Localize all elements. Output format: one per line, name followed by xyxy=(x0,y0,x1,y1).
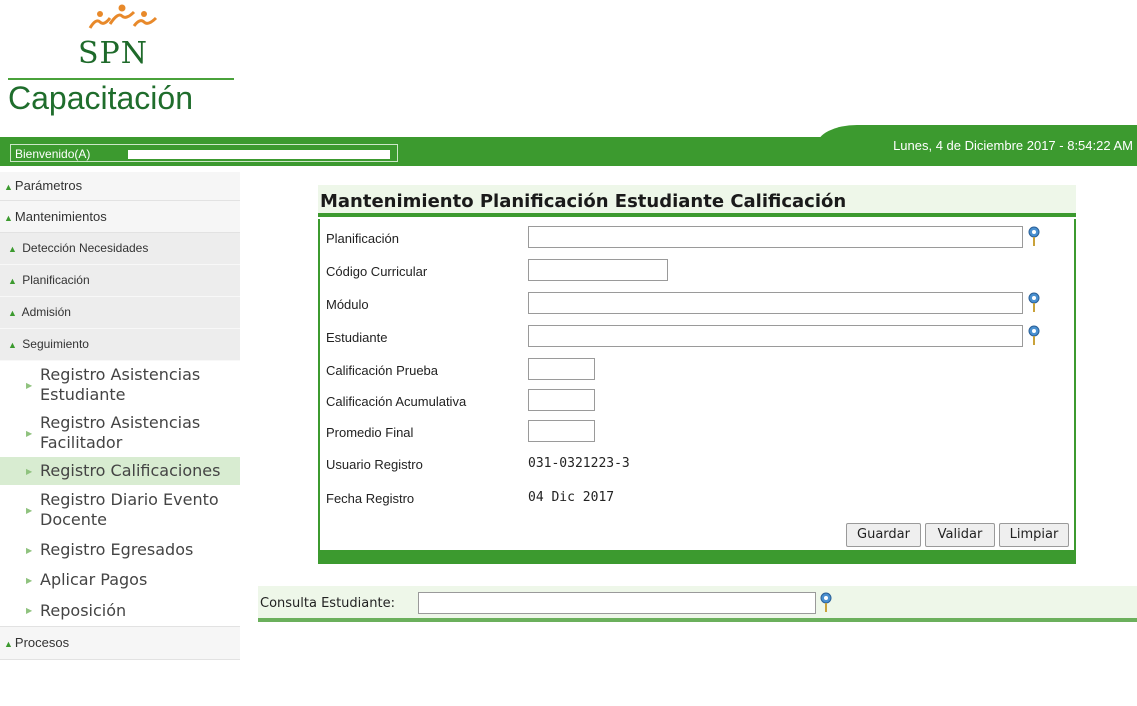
logo-figures-icon xyxy=(88,4,158,29)
promedio-final-label: Promedio Final xyxy=(326,425,414,440)
sidebar-item-planificacion[interactable]: ▲ Planificación xyxy=(0,265,240,297)
sidebar-item-label: Aplicar Pagos xyxy=(40,570,148,589)
tree-bullet-icon: ▲ xyxy=(8,308,17,318)
codigo-curricular-label: Código Curricular xyxy=(326,264,428,279)
tree-bullet-icon: ▲ xyxy=(4,182,13,192)
tree-bullet-icon: ▲ xyxy=(4,213,13,223)
form-footer xyxy=(318,551,1076,564)
lookup-pin-icon[interactable] xyxy=(1028,292,1040,314)
sidebar-item-label: Registro Asistencias Facilitador xyxy=(40,413,201,452)
estudiante-label: Estudiante xyxy=(326,330,388,345)
arrow-right-icon: ▶ xyxy=(26,505,33,515)
validar-button[interactable]: Validar xyxy=(925,523,995,547)
form-header: Mantenimiento Planificación Estudiante C… xyxy=(318,185,1076,217)
guardar-button[interactable]: Guardar xyxy=(846,523,921,547)
sidebar-item-label: Registro Asistencias Estudiante xyxy=(40,365,201,404)
calificacion-acumulativa-label: Calificación Acumulativa xyxy=(326,394,467,409)
sidebar-group-label: Parámetros xyxy=(14,178,83,193)
arrow-right-icon: ▶ xyxy=(26,545,33,555)
redacted-username xyxy=(128,150,390,159)
sidebar-item-label: Admisión xyxy=(21,305,71,319)
calificacion-acumulativa-field[interactable] xyxy=(528,389,595,411)
usuario-registro-label: Usuario Registro xyxy=(326,457,423,472)
estudiante-field[interactable] xyxy=(528,325,1023,347)
calificacion-prueba-label: Calificación Prueba xyxy=(326,363,439,378)
limpiar-button[interactable]: Limpiar xyxy=(999,523,1069,547)
arrow-right-icon: ▶ xyxy=(26,575,33,585)
promedio-final-field[interactable] xyxy=(528,420,595,442)
sidebar-item-registro-asistencias-estudiante[interactable]: ▶ Registro Asistencias Estudiante xyxy=(0,361,224,409)
modulo-label: Módulo xyxy=(326,297,369,312)
lookup-pin-icon[interactable] xyxy=(820,592,832,614)
sidebar-item-label: Seguimiento xyxy=(22,337,89,351)
sidebar-item-label: Planificación xyxy=(22,273,90,287)
sidebar-group-label: Procesos xyxy=(14,635,70,650)
arrow-right-icon: ▶ xyxy=(26,606,33,615)
sidebar: ▲ Parámetros ▲ Mantenimientos ▲ Detección … xyxy=(0,172,240,660)
sidebar-item-label: Registro Diario Evento Docente xyxy=(40,490,219,529)
header-datetime: Lunes, 4 de Diciembre 2017 - 8:54:22 AM xyxy=(893,138,1133,153)
lookup-pin-icon[interactable] xyxy=(1028,325,1040,347)
tree-bullet-icon: ▲ xyxy=(8,276,17,286)
sidebar-group-procesos[interactable]: ▲ Procesos xyxy=(0,627,240,660)
arrow-right-icon: ▶ xyxy=(26,466,33,476)
logo-name: Capacitación xyxy=(8,80,193,116)
logo-brand: SPN xyxy=(78,36,148,71)
sidebar-item-label: Detección Necesidades xyxy=(22,241,149,255)
sidebar-item-reposicion[interactable]: ▶ Reposición xyxy=(0,595,240,627)
consulta-divider xyxy=(258,618,1137,622)
tree-bullet-icon: ▲ xyxy=(8,244,17,254)
usuario-registro-value: 031-0321223-3 xyxy=(528,456,630,471)
sidebar-item-label: Registro Calificaciones xyxy=(40,461,221,480)
planificacion-field[interactable] xyxy=(528,226,1023,248)
codigo-curricular-field[interactable] xyxy=(528,259,668,281)
tree-bullet-icon: ▲ xyxy=(4,639,13,649)
planificacion-label: Planificación xyxy=(326,231,399,246)
sidebar-item-deteccion-necesidades[interactable]: ▲ Detección Necesidades xyxy=(0,233,240,265)
sidebar-item-label: Registro Egresados xyxy=(40,540,194,559)
form-panel: Mantenimiento Planificación Estudiante C… xyxy=(318,185,1076,565)
sidebar-group-label: Mantenimientos xyxy=(14,209,107,224)
lookup-pin-icon[interactable] xyxy=(1028,226,1040,248)
fecha-registro-value: 04 Dic 2017 xyxy=(528,490,615,505)
sidebar-item-admision[interactable]: ▲ Admisión xyxy=(0,297,240,329)
consulta-estudiante-label: Consulta Estudiante: xyxy=(260,596,395,611)
consulta-estudiante-field[interactable] xyxy=(418,592,816,614)
page-title: Mantenimiento Planificación Estudiante C… xyxy=(320,191,847,212)
consulta-bar: Consulta Estudiante: xyxy=(258,586,1137,618)
form-body: Planificación Código Curricular Módulo E… xyxy=(318,219,1076,552)
sidebar-item-registro-egresados[interactable]: ▶ Registro Egresados xyxy=(0,535,240,565)
sidebar-item-registro-calificaciones[interactable]: ▶ Registro Calificaciones xyxy=(0,457,240,485)
sidebar-item-label: Reposición xyxy=(40,600,127,620)
modulo-field[interactable] xyxy=(528,292,1023,314)
logo: SPN Capacitación xyxy=(0,0,240,130)
sidebar-item-registro-asistencias-facilitador[interactable]: ▶ Registro Asistencias Facilitador xyxy=(0,409,224,457)
fecha-registro-label: Fecha Registro xyxy=(326,491,415,506)
sidebar-item-seguimiento[interactable]: ▲ Seguimiento xyxy=(0,329,240,361)
arrow-right-icon: ▶ xyxy=(26,428,33,438)
calificacion-prueba-field[interactable] xyxy=(528,358,595,380)
sidebar-group-mantenimientos[interactable]: ▲ Mantenimientos xyxy=(0,201,240,233)
sidebar-item-registro-diario-evento-docente[interactable]: ▶ Registro Diario Evento Docente xyxy=(0,485,224,535)
sidebar-item-aplicar-pagos[interactable]: ▶ Aplicar Pagos xyxy=(0,565,240,595)
sidebar-group-parametros[interactable]: ▲ Parámetros xyxy=(0,172,240,201)
tree-bullet-icon: ▲ xyxy=(8,340,17,350)
arrow-right-icon: ▶ xyxy=(26,380,33,390)
